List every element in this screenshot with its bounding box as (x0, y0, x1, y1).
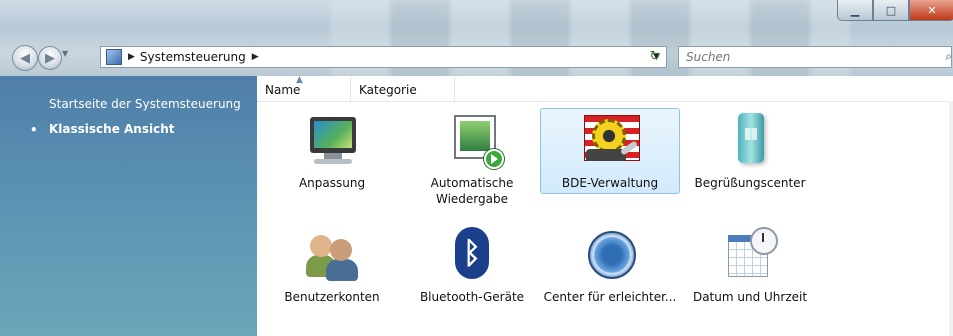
control-panel-icon (106, 49, 122, 65)
breadcrumb-chevron-icon[interactable]: ▶ (252, 52, 259, 62)
column-category-label: Kategorie (359, 83, 417, 97)
search-input[interactable] (679, 49, 928, 65)
user-accounts-icon (302, 225, 362, 285)
date-time-icon (720, 225, 780, 285)
bluetooth-icon: ᛒ (442, 225, 502, 285)
refresh-icon: ↻ (649, 49, 661, 64)
display-personalization-icon (302, 111, 362, 171)
autoplay-icon (442, 111, 504, 171)
item-label: Center für erleichter... (543, 290, 677, 304)
search-box[interactable]: ⌕ (678, 46, 952, 68)
item-label: Benutzerkonten (284, 290, 380, 304)
classic-view-link[interactable]: Klassische Ansicht (49, 122, 175, 136)
ease-of-access-icon (580, 225, 640, 285)
item-label: BDE-Verwaltung (561, 176, 659, 190)
item-bluetooth-geraete[interactable]: ᛒ Bluetooth-Geräte (402, 225, 542, 305)
forward-arrow-icon: ▶ (45, 50, 55, 66)
item-datum-und-uhrzeit[interactable]: Datum und Uhrzeit (680, 225, 820, 305)
active-view-bullet: • (30, 123, 38, 137)
minimize-button[interactable]: ▁ (837, 0, 873, 21)
window-controls: ▁ □ ✕ (837, 0, 953, 21)
close-button[interactable]: ✕ (909, 0, 953, 21)
item-bde-verwaltung[interactable]: BDE-Verwaltung (540, 108, 680, 194)
task-pane: Startseite der Systemsteuerung • Klassis… (0, 76, 257, 336)
item-label: Begrüßungscenter (694, 176, 806, 190)
refresh-button[interactable]: ↻ (644, 47, 666, 66)
item-label: Anpassung (298, 176, 366, 190)
item-label: Automatische Wiedergabe (430, 176, 514, 206)
search-icon[interactable]: ⌕ (945, 49, 952, 64)
recent-pages-dropdown-icon[interactable]: ▼ (62, 49, 68, 58)
control-panel-home-link[interactable]: Startseite der Systemsteuerung (49, 97, 241, 111)
item-anpassung[interactable]: Anpassung (262, 111, 402, 191)
breadcrumb-separator-icon[interactable]: ▶ (128, 52, 135, 62)
back-button[interactable]: ◀ (12, 45, 38, 71)
item-center-fuer-erleichterte-bedienung[interactable]: Center für erleichter... (540, 225, 680, 305)
item-begruessungscenter[interactable]: Begrüßungscenter (680, 111, 820, 191)
item-benutzerkonten[interactable]: Benutzerkonten (262, 225, 402, 305)
item-automatische-wiedergabe[interactable]: Automatische Wiedergabe (402, 111, 542, 207)
navigation-bar: ◀ ▶ ▼ ▶ Systemsteuerung ▶ ▼ ↻ ⌕ (0, 38, 953, 76)
column-header-bar: ▲ Name Kategorie (257, 75, 953, 102)
maximize-button[interactable]: □ (873, 0, 909, 21)
item-label: Bluetooth-Geräte (419, 290, 525, 304)
bde-admin-icon (580, 111, 640, 171)
vertical-scrollbar[interactable] (949, 101, 953, 336)
welcome-center-icon (720, 111, 780, 171)
column-header-name[interactable]: ▲ Name (257, 75, 351, 101)
item-label: Datum und Uhrzeit (692, 290, 808, 304)
forward-button[interactable]: ▶ (38, 46, 62, 70)
breadcrumb-control-panel[interactable]: Systemsteuerung (140, 50, 246, 64)
back-arrow-icon: ◀ (20, 50, 30, 66)
address-bar[interactable]: ▶ Systemsteuerung ▶ ▼ (100, 46, 667, 68)
column-header-category[interactable]: Kategorie (351, 76, 455, 101)
